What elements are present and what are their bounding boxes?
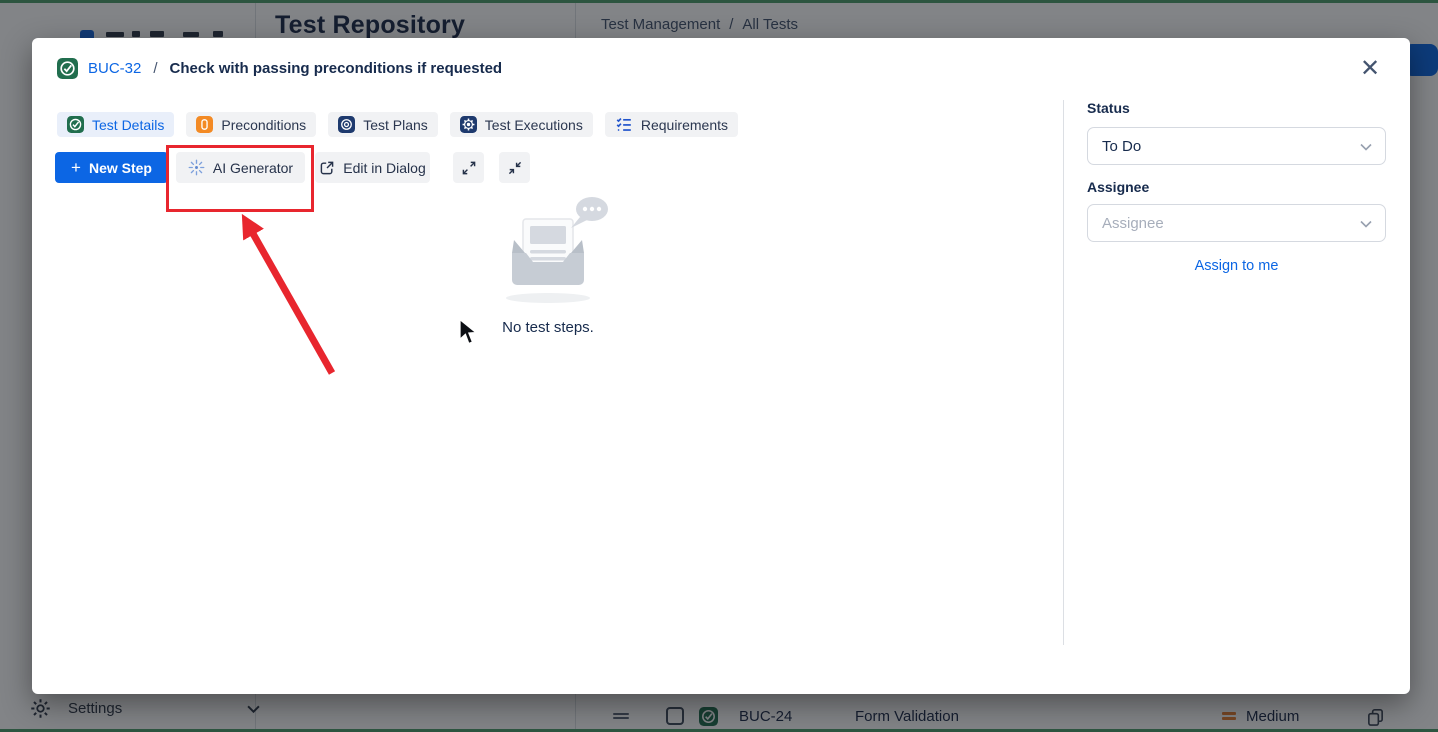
collapse-steps-button[interactable] xyxy=(499,152,530,183)
preconditions-icon xyxy=(196,116,213,133)
status-label: Status xyxy=(1087,100,1130,116)
test-key-link[interactable]: BUC-32 xyxy=(88,60,141,77)
assignee-placeholder: Assignee xyxy=(1102,215,1164,232)
assignee-label: Assignee xyxy=(1087,179,1386,195)
status-select[interactable]: To Do xyxy=(1087,127,1386,165)
chevron-down-icon xyxy=(1360,143,1372,151)
requirements-icon xyxy=(615,116,633,133)
mouse-cursor xyxy=(458,318,478,346)
new-step-button[interactable]: + New Step xyxy=(55,152,168,183)
test-case-icon xyxy=(57,58,78,79)
expand-steps-button[interactable] xyxy=(453,152,484,183)
tab-requirements[interactable]: Requirements xyxy=(605,112,738,137)
collapse-icon xyxy=(507,160,523,176)
ai-generator-button[interactable]: AI Generator xyxy=(176,152,305,183)
test-title: Check with passing preconditions if requ… xyxy=(170,60,503,77)
open-dialog-icon xyxy=(319,160,335,176)
edit-in-dialog-button[interactable]: Edit in Dialog xyxy=(315,152,430,183)
modal-header: BUC-32 / Check with passing precondition… xyxy=(57,58,1340,79)
empty-inbox-illustration xyxy=(468,193,628,308)
expand-icon xyxy=(461,160,477,176)
tab-test-plans[interactable]: Test Plans xyxy=(328,112,438,137)
plus-icon: + xyxy=(71,158,81,178)
empty-state: No test steps. xyxy=(468,193,628,336)
test-details-modal: BUC-32 / Check with passing precondition… xyxy=(32,38,1410,694)
close-icon[interactable]: ✕ xyxy=(1352,51,1388,87)
chevron-down-icon xyxy=(1360,220,1372,228)
details-panel: Status To Do Assignee Assignee Assign to… xyxy=(1087,100,1386,274)
empty-state-message: No test steps. xyxy=(468,319,628,336)
red-annotation-arrow xyxy=(217,203,347,388)
details-panel-divider xyxy=(1063,100,1064,645)
assign-to-me-link[interactable]: Assign to me xyxy=(1087,258,1386,274)
tab-test-executions[interactable]: Test Executions xyxy=(450,112,593,137)
tab-preconditions[interactable]: Preconditions xyxy=(186,112,316,137)
test-executions-icon xyxy=(460,116,477,133)
assignee-select[interactable]: Assignee xyxy=(1087,204,1386,242)
modal-tabs: Test Details Preconditions Test Plans xyxy=(57,112,738,137)
ai-sparkle-icon xyxy=(188,159,205,176)
test-plans-icon xyxy=(338,116,355,133)
title-separator: / xyxy=(153,60,157,77)
tab-test-details[interactable]: Test Details xyxy=(57,112,174,137)
status-value: To Do xyxy=(1102,138,1141,155)
test-details-icon xyxy=(67,116,84,133)
